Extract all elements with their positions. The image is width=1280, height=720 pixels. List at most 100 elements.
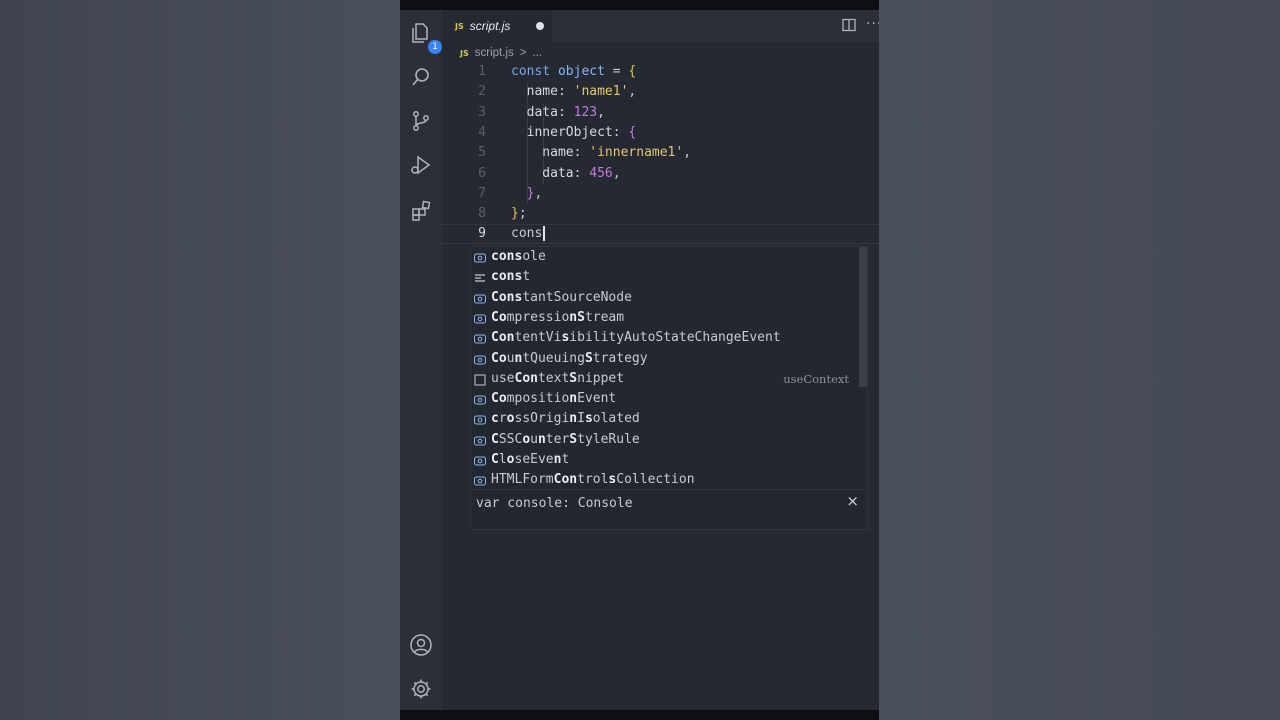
suggestion-item[interactable]: crossOriginIsolated	[471, 409, 859, 429]
code-token: 'innername1'	[589, 145, 684, 161]
match-highlight: s	[608, 472, 617, 488]
unsaved-dot-icon[interactable]	[536, 22, 544, 30]
match-highlight: C	[491, 330, 499, 346]
code-token: ,	[683, 145, 692, 161]
suggestion-item[interactable]: const	[471, 267, 859, 287]
code-token: =	[604, 64, 629, 79]
suggestion-item[interactable]: CompositionEvent	[471, 389, 859, 409]
account-icon[interactable]	[408, 632, 434, 658]
code-token: :	[557, 84, 574, 100]
match-highlight: o	[522, 431, 531, 447]
breadcrumb: JS script.js > ...	[460, 44, 542, 62]
settings-gear-icon[interactable]	[408, 676, 434, 702]
match-highlight: n	[537, 431, 546, 447]
code-line[interactable]: 6 data: 456,	[442, 164, 879, 184]
code-token: cons	[511, 226, 543, 242]
suggestion-label: ConstantSourceNode	[491, 289, 632, 305]
line-number: 4	[478, 124, 486, 140]
line-number: 7	[478, 185, 486, 201]
match-highlight: o	[498, 309, 507, 325]
js-file-icon: JS	[455, 21, 464, 31]
explorer-icon[interactable]: 1	[408, 20, 442, 54]
suggestion-item[interactable]: CSSCounterStyleRule	[471, 430, 859, 450]
close-icon[interactable]: ×	[846, 492, 859, 510]
suggest-scrollbar[interactable]	[859, 247, 867, 387]
match-highlight: S	[584, 350, 593, 366]
suggestion-label: CompositionEvent	[491, 391, 617, 407]
code-token: object	[557, 64, 605, 79]
suggestion-item[interactable]: ConstantSourceNode	[471, 288, 859, 308]
code-token: }	[511, 206, 519, 222]
code-line[interactable]: 4 innerObject: {	[442, 123, 879, 143]
suggestion-item[interactable]: CountQueuingStrategy	[471, 349, 859, 369]
code-text: name: 'innername1',	[511, 143, 691, 163]
suggestion-label: CloseEvent	[491, 452, 570, 467]
match-highlight: n	[553, 452, 562, 467]
code-token: 'name1'	[573, 84, 629, 100]
extensions-icon[interactable]	[408, 198, 434, 224]
match-highlight: s	[514, 289, 523, 305]
code-line[interactable]: 2 name: 'name1',	[442, 82, 879, 102]
code-line[interactable]: 5 name: 'innername1',	[442, 143, 879, 163]
suggest-details: var console: Console ×	[470, 490, 868, 530]
tab-script-js[interactable]: JS script.js	[442, 10, 552, 42]
activity-bar: 1	[400, 10, 442, 710]
code-line[interactable]: 3 data: 123,	[442, 103, 879, 123]
match-highlight: c	[491, 249, 499, 264]
match-highlight: n	[569, 309, 578, 325]
code-token: ,	[534, 185, 543, 201]
code-token: :	[557, 104, 574, 120]
split-editor-icon[interactable]	[842, 18, 856, 32]
code-token: {	[628, 124, 637, 140]
details-signature: var console: Console	[476, 496, 633, 511]
variable-kind-icon	[474, 251, 486, 263]
match-highlight: o	[498, 289, 507, 305]
line-number: 9	[478, 226, 486, 242]
variable-kind-icon	[474, 393, 486, 405]
match-highlight: n	[530, 370, 538, 386]
match-highlight: S	[577, 309, 585, 325]
suggestion-item[interactable]: ContentVisibilityAutoStateChangeEvent	[471, 328, 859, 348]
line-number: 8	[478, 206, 486, 222]
suggestion-item[interactable]: HTMLFormControlsCollection	[471, 470, 859, 490]
match-highlight: s	[584, 411, 593, 427]
code-token: :	[573, 145, 590, 161]
variable-kind-icon	[474, 434, 486, 446]
suggestion-item[interactable]: CompressionStream	[471, 308, 859, 328]
match-highlight: c	[491, 269, 499, 285]
line-number: 1	[478, 64, 486, 79]
suggestion-item[interactable]: CloseEvent	[471, 450, 859, 470]
match-highlight: C	[491, 309, 499, 325]
match-highlight: n	[569, 472, 578, 488]
tab-bar: JS script.js ···	[442, 10, 879, 42]
match-highlight: o	[498, 269, 507, 285]
explorer-badge: 1	[428, 40, 442, 54]
keyword-kind-icon	[474, 271, 486, 283]
match-highlight: c	[491, 411, 499, 427]
match-highlight: n	[569, 391, 578, 407]
code-line[interactable]: 9 cons	[442, 224, 879, 245]
suggestion-item[interactable]: useContextSnippet useContext	[471, 369, 859, 389]
code-text: const object = {	[511, 62, 636, 82]
match-highlight: o	[498, 391, 507, 407]
breadcrumb-file[interactable]: script.js	[475, 47, 514, 59]
source-control-icon[interactable]	[408, 108, 434, 134]
code-line[interactable]: 8};	[442, 204, 879, 224]
bottom-letterbox	[400, 710, 879, 720]
match-highlight: C	[491, 391, 499, 407]
more-actions-icon[interactable]: ···	[866, 16, 879, 32]
code-token: :	[573, 165, 590, 181]
breadcrumb-more[interactable]: ...	[532, 47, 542, 59]
suggestion-label: useContextSnippet	[491, 370, 625, 386]
code-line[interactable]: 7 },	[442, 184, 879, 204]
variable-kind-icon	[474, 312, 486, 324]
search-icon[interactable]	[408, 64, 434, 90]
variable-kind-icon	[474, 454, 486, 466]
variable-kind-icon	[474, 413, 486, 425]
suggestion-item[interactable]: console	[471, 247, 859, 267]
line-number: 5	[478, 145, 486, 161]
suggestion-label: ContentVisibilityAutoStateChangeEvent	[491, 330, 781, 346]
code-line[interactable]: 1 const object = {	[442, 62, 879, 82]
run-debug-icon[interactable]	[408, 152, 434, 178]
